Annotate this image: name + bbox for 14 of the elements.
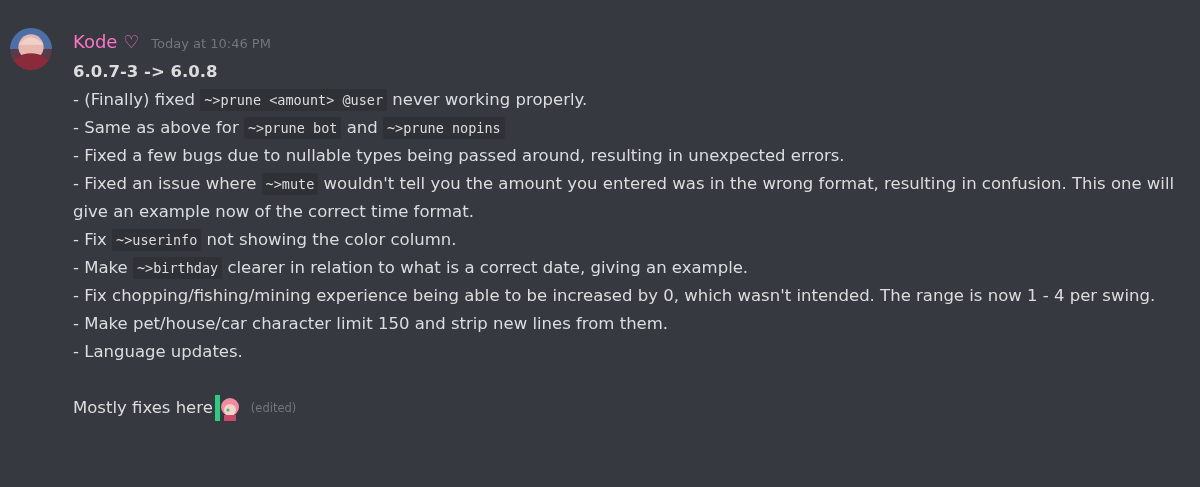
message-timestamp: Today at 10:46 PM bbox=[151, 35, 271, 53]
message-text: Mostly fixes here bbox=[73, 397, 213, 419]
message-line: - Language updates. bbox=[73, 341, 244, 363]
edited-label: (edited) bbox=[250, 400, 297, 417]
message-line: - (Finally) fixed ~>prune <amount> @user never working properly. bbox=[73, 88, 589, 113]
message-line: - Make ~>birthday clearer in relation to what is a correct date, giving an example. bbox=[73, 256, 750, 281]
message-line: - Fixed a few bugs due to nullable types being passed around, resulting in unexpected errors. bbox=[73, 145, 846, 167]
message-line: - Same as above for ~>prune bot and ~>prune nopins bbox=[73, 114, 1190, 142]
author-name[interactable]: Kode ♡ bbox=[73, 28, 140, 56]
message-line: - Fix ~>userinfo not showing the color column. bbox=[73, 228, 458, 253]
message-line: - Fixed an issue where ~>mute wouldn't tell you the amount you entered was in the wrong format, resulting in confusion. This one will give an example now of the correct time format. bbox=[73, 172, 1176, 223]
message-line: - Fix chopping/fishing/mining experience being able to be increased by 0, which wasn't intended. The range is now 1 - 4 per swing. bbox=[73, 285, 1157, 307]
message-heading: 6.0.7-3 -> 6.0.8 bbox=[73, 61, 219, 83]
message-line: - Make pet/house/car character limit 150 and strip new lines from them. bbox=[73, 313, 670, 335]
